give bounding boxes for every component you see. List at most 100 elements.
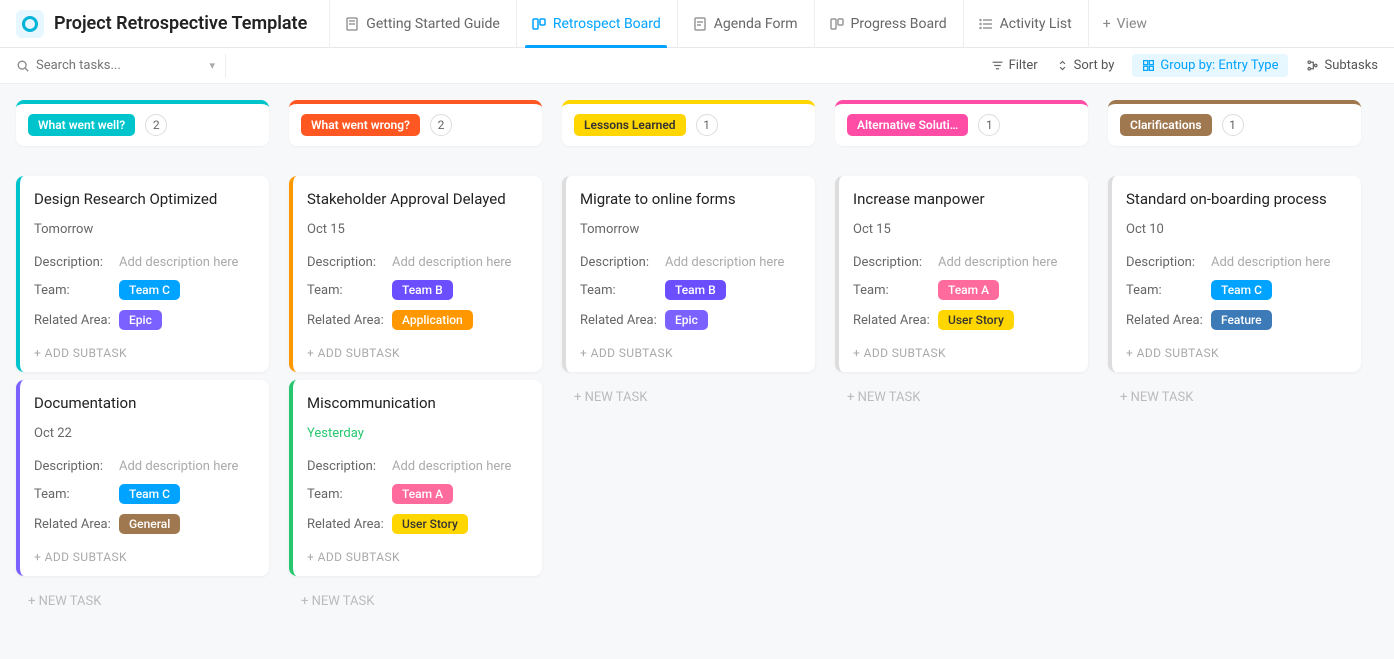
subtasks-button[interactable]: Subtasks xyxy=(1306,58,1378,73)
add-subtask-button[interactable]: + ADD SUBTASK xyxy=(307,340,528,362)
description-placeholder: Add description here xyxy=(119,459,238,474)
team-tag: Team B xyxy=(392,280,453,300)
description-placeholder: Add description here xyxy=(392,459,511,474)
add-subtask-button[interactable]: + ADD SUBTASK xyxy=(1126,340,1347,362)
card-title: Stakeholder Approval Delayed xyxy=(307,190,528,208)
column: Lessons Learned1 Migrate to online formsT… xyxy=(562,100,815,643)
field-label: Related Area: xyxy=(34,313,119,328)
tab-retrospect-board[interactable]: Retrospect Board xyxy=(516,0,675,48)
card-date: Oct 22 xyxy=(34,426,255,441)
add-subtask-button[interactable]: + ADD SUBTASK xyxy=(34,544,255,566)
field-related-area[interactable]: Related Area:Application xyxy=(307,310,528,330)
field-label: Related Area: xyxy=(34,517,119,532)
field-description[interactable]: Description:Add description here xyxy=(580,255,801,270)
tab-label: Progress Board xyxy=(851,16,947,32)
add-subtask-button[interactable]: + ADD SUBTASK xyxy=(34,340,255,362)
task-card[interactable]: Migrate to online formsTomorrowDescripti… xyxy=(562,176,815,372)
card-title: Documentation xyxy=(34,394,255,412)
add-view-label: View xyxy=(1117,16,1147,32)
field-description[interactable]: Description:Add description here xyxy=(1126,255,1347,270)
column-pill: What went well? xyxy=(28,114,135,136)
description-placeholder: Add description here xyxy=(392,255,511,270)
column-count: 2 xyxy=(145,114,167,136)
field-label: Description: xyxy=(307,459,392,474)
task-card[interactable]: Documentation Oct 22 Description:Add descr… xyxy=(16,380,269,576)
field-label: Team: xyxy=(34,487,119,502)
area-tag: Application xyxy=(392,310,473,330)
team-tag: Team A xyxy=(938,280,999,300)
task-card[interactable]: Standard on-boarding processOct 10Descri… xyxy=(1108,176,1361,372)
search-wrap: ▾ xyxy=(16,54,226,78)
team-tag: Team A xyxy=(392,484,453,504)
add-subtask-button[interactable]: + ADD SUBTASK xyxy=(853,340,1074,362)
filter-button[interactable]: Filter xyxy=(991,58,1038,73)
field-team[interactable]: Team:Team B xyxy=(580,280,801,300)
field-related-area[interactable]: Related Area:Epic xyxy=(580,310,801,330)
add-view-button[interactable]: + View xyxy=(1088,0,1161,48)
search-input[interactable] xyxy=(36,58,203,73)
add-subtask-button[interactable]: + ADD SUBTASK xyxy=(307,544,528,566)
task-card[interactable]: Increase manpowerOct 15Description:Add d… xyxy=(835,176,1088,372)
list-icon xyxy=(978,16,994,32)
column-count: 1 xyxy=(978,114,1000,136)
card-date: Oct 10 xyxy=(1126,222,1347,237)
groupby-button[interactable]: Group by: Entry Type xyxy=(1132,54,1288,77)
area-tag: General xyxy=(119,514,180,534)
field-team[interactable]: Team:Team B xyxy=(307,280,528,300)
tab-activity-list[interactable]: Activity List xyxy=(963,0,1086,48)
column-header[interactable]: Lessons Learned1 xyxy=(562,100,815,146)
task-card[interactable]: MiscommunicationYesterdayDescription:Add… xyxy=(289,380,542,576)
new-task-button[interactable]: + NEW TASK xyxy=(16,584,269,619)
field-description[interactable]: Description:Add description here xyxy=(853,255,1074,270)
tab-getting-started[interactable]: Getting Started Guide xyxy=(329,0,514,48)
field-label: Description: xyxy=(34,459,119,474)
area-tag: Feature xyxy=(1211,310,1272,330)
new-task-button[interactable]: + NEW TASK xyxy=(289,584,542,619)
field-label: Description: xyxy=(34,255,119,270)
column-pill: Clarifications xyxy=(1120,114,1212,136)
new-task-button[interactable]: + NEW TASK xyxy=(562,380,815,415)
field-description[interactable]: Description:Add description here xyxy=(34,255,255,270)
sortby-button[interactable]: Sort by xyxy=(1056,58,1115,73)
field-description[interactable]: Description:Add description here xyxy=(307,255,528,270)
tab-agenda-form[interactable]: Agenda Form xyxy=(677,0,812,48)
field-team[interactable]: Team:Team C xyxy=(34,280,255,300)
board: What went well? 2 Design Research Optimize… xyxy=(0,84,1394,659)
column-pill: Alternative Soluti… xyxy=(847,114,968,136)
field-related-area[interactable]: Related Area:General xyxy=(34,514,255,534)
filter-icon xyxy=(991,59,1004,72)
field-related-area[interactable]: Related Area:User Story xyxy=(853,310,1074,330)
field-description[interactable]: Description:Add description here xyxy=(307,459,528,474)
add-subtask-button[interactable]: + ADD SUBTASK xyxy=(580,340,801,362)
board-icon xyxy=(829,16,845,32)
field-team[interactable]: Team:Team C xyxy=(34,484,255,504)
card-title: Design Research Optimized xyxy=(34,190,255,208)
page-title: Project Retrospective Template xyxy=(54,13,307,34)
field-team[interactable]: Team:Team A xyxy=(853,280,1074,300)
new-task-button[interactable]: + NEW TASK xyxy=(1108,380,1361,415)
card-title: Increase manpower xyxy=(853,190,1074,208)
field-related-area[interactable]: Related Area:Epic xyxy=(34,310,255,330)
column-pill: Lessons Learned xyxy=(574,114,686,136)
new-task-button[interactable]: + NEW TASK xyxy=(835,380,1088,415)
toolbar: ▾ Filter Sort by Group by: Entry Type Su… xyxy=(0,48,1394,84)
doc-icon xyxy=(344,16,360,32)
column: What went wrong?2 Stakeholder Approval De… xyxy=(289,100,542,643)
column-header[interactable]: What went wrong?2 xyxy=(289,100,542,146)
task-card[interactable]: Design Research OptimizedTomorrowDescrip… xyxy=(16,176,269,372)
team-tag: Team C xyxy=(119,280,180,300)
chevron-down-icon[interactable]: ▾ xyxy=(209,59,215,72)
field-related-area[interactable]: Related Area:Feature xyxy=(1126,310,1347,330)
field-related-area[interactable]: Related Area:User Story xyxy=(307,514,528,534)
field-description[interactable]: Description:Add description here xyxy=(34,459,255,474)
field-team[interactable]: Team:Team C xyxy=(1126,280,1347,300)
field-label: Team: xyxy=(34,283,119,298)
column-header[interactable]: Alternative Soluti… 1 xyxy=(835,100,1088,146)
column-header[interactable]: What went well? 2 xyxy=(16,100,269,146)
field-team[interactable]: Team:Team A xyxy=(307,484,528,504)
column-header[interactable]: Clarifications1 xyxy=(1108,100,1361,146)
field-label: Related Area: xyxy=(580,313,665,328)
task-card[interactable]: Stakeholder Approval DelayedOct 15Descri… xyxy=(289,176,542,372)
tab-progress-board[interactable]: Progress Board xyxy=(814,0,961,48)
field-label: Team: xyxy=(853,283,938,298)
